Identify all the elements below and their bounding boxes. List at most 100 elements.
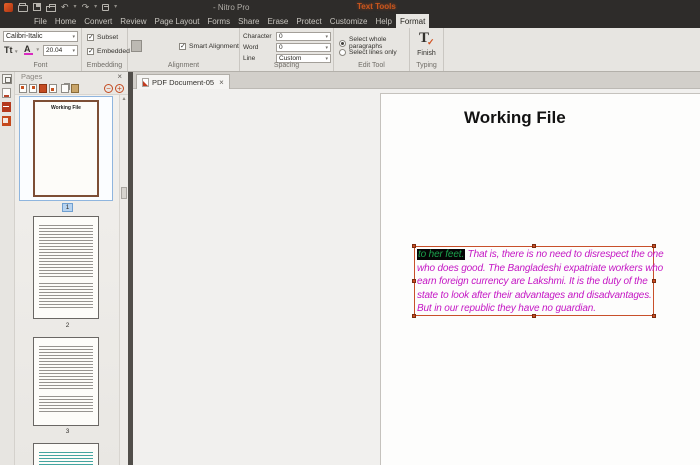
subset-checkbox[interactable]: ✓ Subset — [87, 34, 118, 41]
nitro-logo-icon — [4, 3, 13, 12]
tab-format-active[interactable]: Format — [396, 14, 429, 28]
resize-handle[interactable] — [652, 244, 656, 248]
ribbon: Calibri-Italic ▾ Tt ▾ A▾ 20.04 ▾ Font ✓ … — [0, 28, 700, 72]
thumbnail-page-1-selected[interactable]: Working File — [19, 96, 113, 201]
align-center-button[interactable] — [143, 40, 154, 52]
page-thumbnail-list: Working File 1 2 3 ▴ — [15, 94, 128, 465]
rotate-right-icon[interactable] — [29, 84, 37, 93]
tab-help[interactable]: Help — [372, 14, 396, 28]
open-file-icon[interactable] — [18, 5, 28, 12]
resize-handle[interactable] — [532, 244, 536, 248]
word-spacing-combo[interactable]: 0▾ — [276, 43, 331, 52]
close-icon[interactable]: × — [117, 72, 122, 82]
tab-protect[interactable]: Protect — [292, 14, 325, 28]
tab-forms[interactable]: Forms — [203, 14, 234, 28]
font-color-button[interactable]: A▾ — [24, 44, 33, 55]
tab-customize[interactable]: Customize — [326, 14, 372, 28]
resize-handle[interactable] — [412, 279, 416, 283]
select-whole-paragraphs-label: Select whole paragraphs — [349, 36, 409, 50]
page-title: Working File — [464, 108, 566, 128]
scroll-up-icon[interactable]: ▴ — [120, 95, 128, 104]
resize-handle[interactable] — [412, 314, 416, 318]
font-name-value: Calibri-Italic — [6, 33, 43, 40]
zoom-out-icon[interactable]: − — [104, 84, 113, 93]
pdf-page[interactable]: Working File to her feet. That is, there… — [380, 93, 700, 465]
ribbon-group-spacing: Character 0▾ Word 0▾ Line Custom▾ Spacin… — [240, 28, 334, 71]
ribbon-group-font: Calibri-Italic ▾ Tt ▾ A▾ 20.04 ▾ Font — [0, 28, 82, 71]
insert-page-icon[interactable] — [49, 84, 57, 93]
align-justify-button[interactable] — [167, 40, 178, 52]
selected-text-box[interactable]: to her feet. That is, there is no need t… — [414, 246, 654, 316]
pages-panel-header: Pages × — [15, 72, 128, 82]
copy-page-icon[interactable] — [61, 84, 69, 93]
document-tab[interactable]: PDF Document-05 × — [136, 74, 230, 89]
thumbnail-page-1[interactable]: Working File — [33, 100, 99, 197]
pages-panel-icon[interactable] — [2, 74, 12, 84]
quick-tool-icon[interactable] — [102, 4, 109, 11]
signatures-panel-icon[interactable] — [2, 116, 11, 126]
save-icon[interactable] — [33, 3, 41, 11]
zoom-in-icon[interactable]: + — [115, 84, 124, 93]
thumbnail-page-2[interactable] — [33, 216, 99, 319]
print-icon[interactable] — [46, 6, 56, 12]
ribbon-group-typing: T ✓ Finish Typing — [410, 28, 444, 71]
tab-convert[interactable]: Convert — [80, 14, 116, 28]
select-lines-only-radio[interactable]: Select lines only — [339, 49, 397, 56]
select-whole-paragraphs-radio[interactable]: Select whole paragraphs — [339, 36, 409, 50]
toolbar-options-icon[interactable]: ▾ — [114, 4, 117, 10]
undo-icon[interactable]: ↶ — [61, 3, 69, 12]
resize-handle[interactable] — [652, 314, 656, 318]
tab-share[interactable]: Share — [234, 14, 263, 28]
alignment-buttons — [131, 40, 178, 52]
finish-button-label[interactable]: Finish — [410, 50, 443, 57]
window-title: - Nitro Pro — [213, 3, 249, 12]
delete-page-icon[interactable] — [39, 84, 47, 93]
font-size-combo[interactable]: 20.04 ▾ — [43, 45, 78, 56]
character-spacing-row: Character 0▾ — [243, 32, 330, 41]
thumbnail-scrollbar[interactable]: ▴ — [119, 95, 128, 465]
font-name-combo[interactable]: Calibri-Italic ▾ — [3, 31, 78, 42]
document-area: PDF Document-05 × Working File to her fe… — [133, 72, 700, 465]
smart-alignment-label: Smart Alignment — [189, 43, 239, 50]
character-spacing-combo[interactable]: 0▾ — [276, 32, 331, 41]
comments-panel-icon[interactable] — [2, 88, 11, 98]
context-tab-label: Text Tools — [357, 2, 396, 11]
text-line-2: who does good. The Bangladeshi expatriat… — [417, 262, 651, 276]
scrollbar-thumb[interactable] — [121, 187, 127, 199]
resize-handle[interactable] — [532, 314, 536, 318]
chevron-down-icon: ▾ — [325, 34, 328, 40]
tab-home[interactable]: Home — [51, 14, 80, 28]
redo-dropdown-icon[interactable]: ▾ — [94, 4, 97, 10]
radio-selected-icon — [339, 40, 346, 47]
thumbnail-text-block — [39, 452, 93, 465]
paste-page-icon[interactable] — [71, 84, 79, 93]
pages-panel: Pages × − + Working File 1 2 3 — [14, 72, 128, 465]
text-content: to her feet. That is, there is no need t… — [415, 247, 653, 317]
document-tab-label: PDF Document-05 — [152, 78, 214, 87]
resize-handle[interactable] — [652, 279, 656, 283]
checkbox-icon: ✓ — [179, 43, 186, 50]
text-case-button[interactable]: Tt ▾ — [4, 45, 18, 55]
resize-handle[interactable] — [412, 244, 416, 248]
close-icon[interactable]: × — [219, 78, 224, 87]
embedded-checkbox[interactable]: ✓ Embedded — [87, 48, 130, 55]
pages-panel-title: Pages — [21, 72, 42, 81]
smart-alignment-checkbox[interactable]: ✓ Smart Alignment — [179, 43, 239, 50]
tab-review[interactable]: Review — [116, 14, 150, 28]
document-canvas[interactable]: Working File to her feet. That is, there… — [133, 89, 700, 465]
thumbnail-text-block — [39, 283, 93, 309]
thumbnail-page-1-title: Working File — [35, 105, 97, 111]
tab-file[interactable]: File — [30, 14, 51, 28]
chevron-down-icon: ▾ — [72, 34, 75, 40]
tab-erase[interactable]: Erase — [263, 14, 292, 28]
redo-icon[interactable]: ↷ — [82, 3, 90, 12]
undo-dropdown-icon[interactable]: ▾ — [74, 4, 77, 10]
align-right-button[interactable] — [155, 40, 166, 52]
rotate-left-icon[interactable] — [19, 84, 27, 93]
thumbnail-page-4[interactable] — [33, 443, 99, 465]
pdf-file-icon — [142, 78, 149, 87]
tab-page-layout[interactable]: Page Layout — [150, 14, 203, 28]
bookmarks-panel-icon[interactable] — [2, 102, 11, 112]
thumbnail-page-3[interactable] — [33, 337, 99, 426]
align-left-button[interactable] — [131, 40, 142, 52]
